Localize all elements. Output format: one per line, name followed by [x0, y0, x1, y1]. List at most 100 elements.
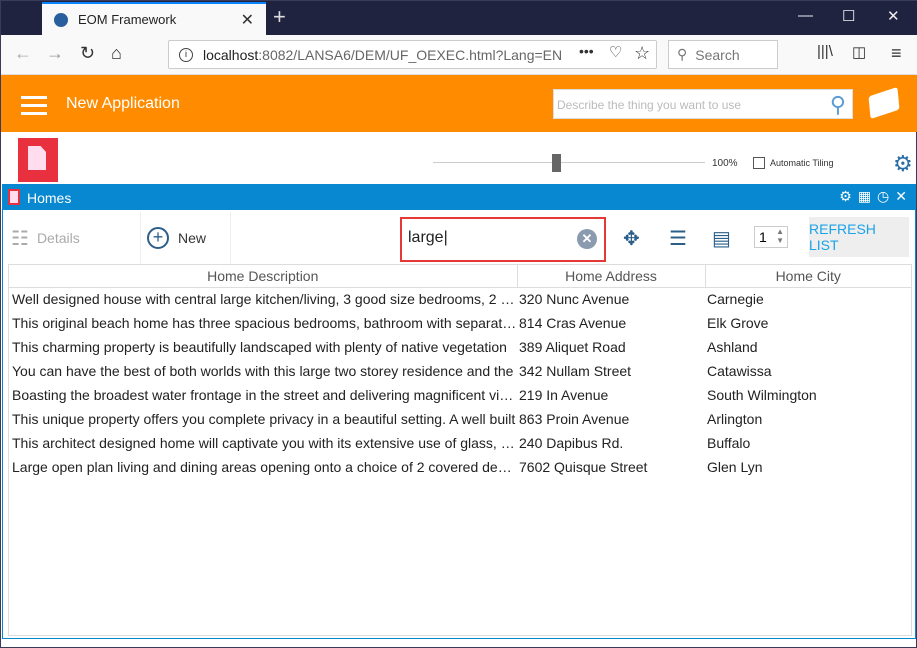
new-tab-icon[interactable]: +: [273, 4, 286, 30]
table-row[interactable]: This charming property is beautifully la…: [9, 335, 911, 359]
search-icon: ⚲: [677, 46, 688, 62]
automatic-tiling-checkbox[interactable]: Automatic Tiling: [753, 157, 834, 169]
history-icon[interactable]: ◷: [877, 188, 889, 205]
url-path: :8082/LANSA6/DEM/UF_OEXEC.html?Lang=EN: [258, 46, 563, 63]
new-label: New: [178, 230, 207, 246]
list-view-icon[interactable]: ☰: [669, 226, 687, 251]
close-window-icon[interactable]: ✕: [887, 7, 900, 25]
app-title: New Application: [66, 95, 180, 112]
url-host: localhost: [203, 46, 259, 63]
cell-description: This charming property is beautifully la…: [12, 339, 507, 355]
table-row[interactable]: This architect designed home will captiv…: [9, 431, 911, 455]
cell-address: 240 Dapibus Rd.: [519, 435, 624, 451]
panel-header: Homes ⚙ ▦ ◷ ✕: [3, 185, 915, 210]
column-header-city[interactable]: Home City: [705, 265, 911, 288]
search-icon[interactable]: ⚲: [830, 92, 846, 118]
library-icon[interactable]: |||\: [817, 43, 833, 60]
cell-address: 863 Proin Avenue: [519, 411, 630, 427]
homes-table: Home Description Home Address Home City …: [8, 264, 912, 636]
globe-icon: [54, 12, 68, 27]
panel-title: Homes: [27, 189, 72, 206]
cell-city: Elk Grove: [707, 315, 769, 331]
minimize-icon[interactable]: —: [798, 7, 813, 24]
app-search-placeholder: Describe the thing you want to use: [557, 98, 742, 112]
details-icon: ☷: [11, 227, 29, 250]
cell-description: This unique property offers you complete…: [12, 411, 516, 427]
menu-icon[interactable]: ≡: [891, 43, 902, 64]
refresh-list-button[interactable]: REFRESH LIST: [809, 217, 909, 257]
details-button[interactable]: ☷ Details: [11, 212, 141, 264]
column-header-address[interactable]: Home Address: [517, 265, 706, 288]
cell-address: 7602 Quisque Street: [519, 459, 648, 475]
zoom-slider-thumb[interactable]: [552, 154, 561, 172]
table-row[interactable]: Well designed house with central large k…: [9, 287, 911, 311]
pocket-icon[interactable]: ♡: [609, 43, 622, 61]
zoom-slider[interactable]: [433, 162, 705, 163]
cell-city: Arlington: [707, 411, 763, 427]
card-view-icon[interactable]: ▤: [712, 226, 731, 251]
panel-toolbar: ☷ Details + New large| ✕ ✥ ☰ ▤ 1 ▲ ▼ REFRESH …: [3, 212, 915, 264]
cell-address: 320 Nunc Avenue: [519, 291, 630, 308]
forward-icon[interactable]: →: [46, 43, 64, 64]
move-icon[interactable]: ✥: [623, 226, 640, 251]
checkbox[interactable]: [753, 157, 765, 169]
gear-icon[interactable]: ⚙: [893, 151, 913, 177]
app-logo: [868, 86, 900, 120]
cell-city: Ashland: [707, 339, 758, 355]
cell-city: Catawissa: [707, 363, 772, 379]
bookmark-star-icon[interactable]: ☆: [634, 43, 650, 64]
page-stepper[interactable]: 1 ▲ ▼: [754, 226, 788, 248]
home-icon[interactable]: ⌂: [111, 43, 122, 64]
filter-input[interactable]: large| ✕: [400, 217, 606, 262]
cell-address: 342 Nullam Street: [519, 363, 632, 379]
app-search-input[interactable]: Describe the thing you want to use ⚲: [553, 89, 853, 119]
document-icon: [8, 189, 20, 205]
browser-search[interactable]: ⚲ Search: [668, 40, 778, 69]
search-placeholder: Search: [695, 46, 740, 63]
table-row[interactable]: Boasting the broadest water frontage in …: [9, 383, 911, 407]
browser-toolbar: ← → ↻ ⌂ i localhost:8082/LANSA6/DEM/UF_OE…: [1, 35, 917, 75]
column-header-description[interactable]: Home Description: [9, 265, 518, 288]
new-button[interactable]: + New: [141, 212, 231, 264]
homes-panel: Homes ⚙ ▦ ◷ ✕ ☷ Details + New large| ✕ ✥ ☰ ▤ 1…: [2, 184, 916, 639]
close-tab-icon[interactable]: ✕: [241, 10, 254, 30]
hamburger-icon[interactable]: [21, 96, 47, 120]
info-icon: i: [179, 47, 193, 62]
automatic-tiling-label: Automatic Tiling: [770, 158, 834, 168]
gear-icon[interactable]: ⚙: [839, 188, 852, 205]
document-icon[interactable]: [18, 138, 58, 182]
table-row[interactable]: Large open plan living and dining areas …: [9, 455, 911, 479]
browser-tab-bar: EOM Framework ✕ + — ☐ ✕: [1, 1, 917, 35]
plus-icon: +: [147, 227, 169, 249]
cell-address: 219 In Avenue: [519, 387, 609, 403]
table-row[interactable]: This original beach home has three spaci…: [9, 311, 911, 335]
reload-icon[interactable]: ↻: [80, 43, 95, 64]
cell-description: Large open plan living and dining areas …: [12, 459, 517, 475]
cell-description: You can have the best of both worlds wit…: [12, 363, 514, 379]
table-row[interactable]: You can have the best of both worlds wit…: [9, 359, 911, 383]
page-value: 1: [759, 229, 767, 245]
sidebar-icon[interactable]: ◫: [852, 43, 866, 61]
close-icon[interactable]: ✕: [895, 188, 907, 205]
tab-title: EOM Framework: [78, 12, 177, 27]
cell-description: This original beach home has three spaci…: [12, 315, 517, 331]
cell-description: Well designed house with central large k…: [12, 291, 517, 308]
cell-description: Boasting the broadest water frontage in …: [12, 387, 517, 403]
maximize-icon[interactable]: ☐: [842, 7, 855, 25]
zoom-level: 100%: [712, 158, 738, 169]
tile-icon[interactable]: ▦: [858, 188, 871, 205]
back-icon[interactable]: ←: [14, 43, 32, 64]
clear-icon[interactable]: ✕: [577, 229, 597, 249]
table-row[interactable]: This unique property offers you complete…: [9, 407, 911, 431]
more-icon[interactable]: •••: [579, 43, 594, 59]
cell-city: South Wilmington: [707, 387, 817, 403]
browser-tab[interactable]: EOM Framework ✕: [42, 2, 266, 35]
cell-address: 389 Aliquet Road: [519, 339, 626, 355]
cell-city: Glen Lyn: [707, 459, 763, 475]
details-label: Details: [36, 230, 80, 246]
app-header: New Application Describe the thing you w…: [1, 75, 917, 132]
filter-value: large: [408, 229, 444, 246]
cell-address: 814 Cras Avenue: [519, 315, 627, 331]
cell-description: This architect designed home will captiv…: [12, 435, 517, 451]
cell-city: Buffalo: [707, 435, 751, 451]
